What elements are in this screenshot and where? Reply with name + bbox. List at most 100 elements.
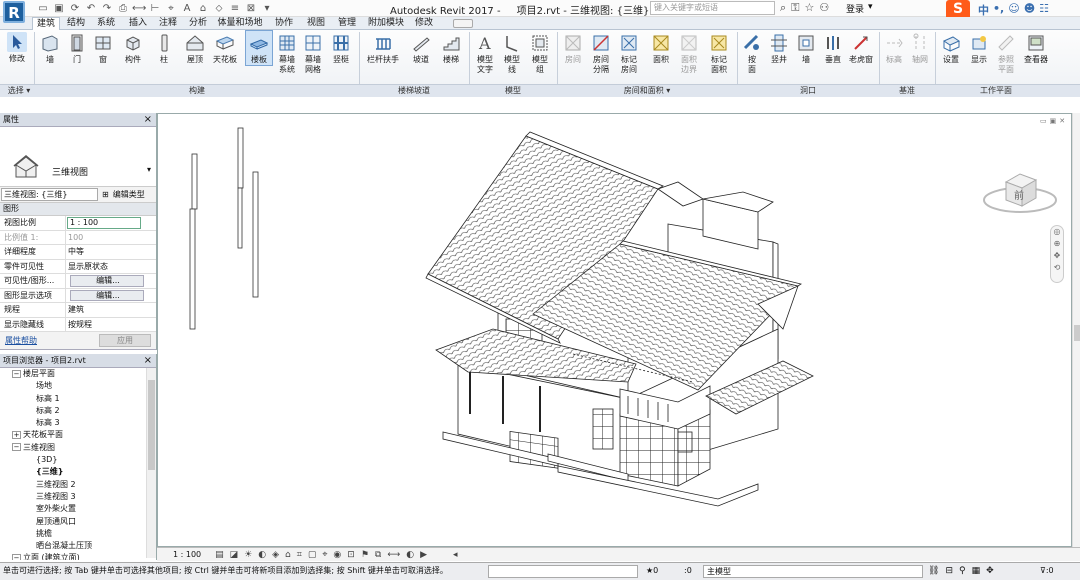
thin-lines-icon[interactable]: ≡ — [228, 2, 242, 15]
tab-systems[interactable]: 系统 — [92, 17, 120, 30]
restore-view-icon[interactable]: ▣ — [1050, 117, 1057, 125]
detail-level-icon[interactable]: ▤ — [215, 550, 224, 560]
browser-tree-node[interactable]: 屋顶通风口 — [0, 516, 156, 528]
expand-icon[interactable]: + — [12, 430, 21, 439]
search-input[interactable]: 键入关键字或短语 — [650, 1, 775, 15]
browser-tree-node[interactable]: 标高 3 — [0, 417, 156, 429]
show-crop-icon[interactable]: ▢ — [308, 550, 317, 560]
3d-view-icon[interactable]: ⌂ — [196, 2, 210, 15]
workplane-show-button[interactable]: 显示 — [966, 33, 992, 65]
subscription-icon[interactable]: ⚿ — [791, 1, 799, 15]
dormer-button[interactable]: 老虎窗 — [846, 33, 876, 65]
model-line-button[interactable]: 模型 线 — [500, 33, 524, 75]
select-by-face-icon[interactable]: ▦ — [972, 563, 981, 579]
roof-button[interactable]: 屋顶 — [180, 33, 210, 65]
collapse-icon[interactable]: − — [12, 553, 21, 560]
collapse-icon[interactable]: − — [12, 369, 21, 378]
browser-tree-node[interactable]: 晒台混凝土压顶 — [0, 540, 156, 552]
vertical-opening-button[interactable]: 垂直 — [820, 33, 846, 65]
scroll-thumb[interactable] — [1074, 325, 1080, 341]
browser-tree-node[interactable]: 标高 1 — [0, 393, 156, 405]
user-icon[interactable]: ⚇ — [819, 1, 829, 15]
apply-button[interactable]: 应用 — [99, 334, 151, 347]
room-button[interactable]: 房间 — [560, 33, 586, 65]
shaft-button[interactable]: 竖井 — [766, 33, 792, 65]
drag-elements-icon[interactable]: ✥ — [986, 563, 994, 579]
browser-tree-node[interactable]: − 立面 (建筑立面) — [0, 552, 156, 560]
open-icon[interactable]: ▭ — [36, 2, 50, 15]
tab-visibility-toggle[interactable] — [453, 19, 473, 28]
close-icon[interactable]: × — [144, 113, 152, 126]
section-icon[interactable]: ⬦ — [212, 2, 226, 15]
worksharing-icon[interactable]: ⧉ — [375, 550, 381, 560]
view-scale[interactable]: 1 : 100 — [173, 550, 201, 559]
tab-massing-site[interactable]: 体量和场地 — [215, 17, 265, 30]
orbit-icon[interactable]: ⟲ — [1051, 262, 1063, 274]
edit-type-icon[interactable]: ⊞ — [102, 190, 109, 199]
floor-button[interactable]: 楼板 — [244, 33, 274, 65]
level-button[interactable]: 标高 — [882, 33, 906, 65]
text-icon[interactable]: A — [180, 2, 194, 15]
ime-punct[interactable]: •, — [993, 2, 1004, 18]
sun-path-icon[interactable]: ☀ — [244, 550, 252, 560]
prop-value[interactable]: 建筑 — [66, 303, 140, 317]
window-button[interactable]: 窗 — [90, 33, 116, 65]
tab-analyze[interactable]: 分析 — [184, 17, 212, 30]
curtain-system-button[interactable]: 幕墙 系统 — [274, 33, 300, 75]
highlight-icon[interactable]: ⚑ — [361, 550, 369, 560]
tab-collaborate[interactable]: 协作 — [270, 17, 298, 30]
steering-wheel-icon[interactable]: ◎ — [1051, 226, 1063, 238]
ime-skin[interactable]: ☻ — [1024, 2, 1035, 18]
design-option-selector[interactable]: 主模型 — [703, 565, 923, 578]
chevron-down-icon[interactable]: ▾ — [147, 165, 151, 174]
select-underlay-icon[interactable]: ⊟ — [945, 563, 953, 579]
scroll-left-icon[interactable]: ◂ — [453, 550, 458, 560]
browser-tree-node[interactable]: {三维} — [0, 466, 156, 478]
modify-button[interactable]: 修改 — [5, 32, 29, 64]
close-hidden-icon[interactable]: ⊠ — [244, 2, 258, 15]
tab-insert[interactable]: 插入 — [124, 17, 152, 30]
tab-modify[interactable]: 修改 — [410, 17, 438, 30]
view-instance-dropdown[interactable]: 三维视图: {三维} — [1, 188, 98, 201]
ref-plane-button[interactable]: 参照 平面 — [994, 33, 1018, 75]
select-links-icon[interactable]: ⛓ — [928, 563, 939, 579]
type-selector[interactable]: 三维视图 ▾ — [0, 127, 156, 187]
column-button[interactable]: 柱 — [150, 33, 178, 65]
minimize-view-icon[interactable]: ▭ — [1040, 117, 1047, 125]
house-model-drawing[interactable] — [158, 114, 1072, 547]
ceiling-button[interactable]: 天花板 — [210, 33, 240, 65]
workplane-set-button[interactable]: 设置 — [938, 33, 964, 65]
browser-scrollbar[interactable] — [146, 368, 156, 558]
constraints-icon[interactable]: ⟷ — [387, 550, 400, 560]
print-icon[interactable]: ⎙ — [116, 2, 130, 15]
railing-button[interactable]: 栏杆扶手 — [364, 33, 402, 65]
opening-by-face-button[interactable]: 按 面 — [740, 33, 764, 75]
browser-tree-node[interactable]: 室外柴火置 — [0, 503, 156, 515]
dimension-icon[interactable]: ⊢ — [148, 2, 162, 15]
lock-view-icon[interactable]: ⌂ — [285, 550, 291, 560]
browser-tree-node[interactable]: 三维视图 2 — [0, 479, 156, 491]
tab-addins[interactable]: 附加模块 — [366, 17, 406, 30]
workset-selector[interactable] — [488, 565, 638, 578]
browser-tree-node[interactable]: {3D} — [0, 454, 156, 466]
browser-tree-node[interactable]: 挑檐 — [0, 528, 156, 540]
ime-emoji[interactable]: ☺ — [1008, 2, 1019, 18]
save-icon[interactable]: ▣ — [52, 2, 66, 15]
sync-icon[interactable]: ⟳ — [68, 2, 82, 15]
redo-icon[interactable]: ↷ — [100, 2, 114, 15]
select-pinned-icon[interactable]: ⚲ — [959, 563, 966, 579]
zoom-icon[interactable]: ⊕ — [1051, 238, 1063, 250]
prop-value[interactable]: 按规程 — [66, 318, 140, 332]
tag-icon[interactable]: ⌖ — [164, 2, 178, 15]
camera-icon[interactable]: ◐ — [406, 550, 414, 560]
revit-app-button[interactable]: R — [3, 1, 25, 23]
scroll-thumb[interactable] — [148, 380, 155, 470]
graphic-display-edit-button[interactable]: 编辑... — [70, 289, 144, 301]
component-button[interactable]: 构件 — [118, 33, 148, 65]
wall-opening-button[interactable]: 墙 — [794, 33, 818, 65]
filter-icon[interactable]: ⊽:0 — [1040, 563, 1054, 579]
tab-annotate[interactable]: 注释 — [154, 17, 182, 30]
browser-tree-node[interactable]: 场地 — [0, 380, 156, 392]
mullion-button[interactable]: 竖梃 — [328, 33, 354, 65]
undo-icon[interactable]: ↶ — [84, 2, 98, 15]
